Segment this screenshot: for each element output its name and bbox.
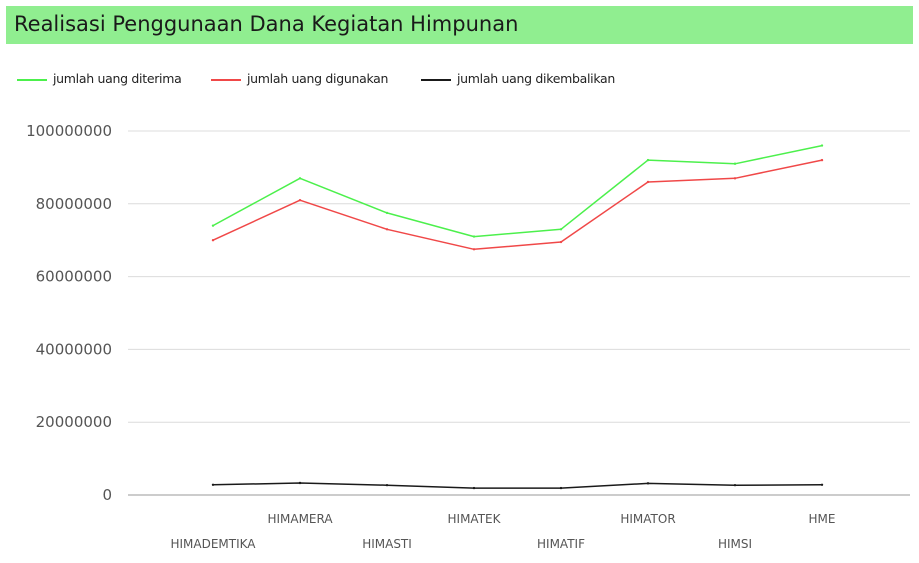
data-point [820, 158, 824, 162]
x-tick-label: HIMASTI [362, 537, 412, 551]
y-tick-label: 40000000 [36, 340, 112, 358]
data-point [472, 248, 476, 251]
data-point [559, 228, 563, 231]
x-tick-label: HIMATEK [448, 512, 502, 526]
data-point [820, 483, 824, 487]
y-tick-label: 0 [102, 486, 112, 504]
data-point [472, 486, 476, 490]
x-tick-label: HIMAMERA [267, 512, 333, 526]
y-tick-label: 20000000 [36, 413, 112, 431]
x-tick-label: HIMADEMTIKA [170, 537, 256, 551]
data-point [559, 240, 563, 244]
data-point [211, 224, 215, 227]
data-point [559, 486, 563, 490]
data-point [211, 483, 215, 487]
series-line-1 [212, 159, 823, 251]
series-line-0 [212, 144, 823, 238]
data-point [385, 211, 389, 215]
data-point [733, 162, 737, 165]
y-tick-label: 100000000 [26, 122, 112, 140]
data-point [385, 483, 389, 487]
data-point [646, 158, 650, 162]
data-point [733, 177, 737, 180]
data-point [472, 235, 476, 238]
data-point [298, 198, 302, 202]
y-tick-label: 60000000 [36, 268, 112, 286]
x-tick-label: HIMATOR [620, 512, 675, 526]
x-tick-label: HIMATIF [537, 537, 585, 551]
y-tick-label: 80000000 [36, 195, 112, 213]
data-point [733, 483, 737, 487]
x-tick-label: HIMSI [718, 537, 752, 551]
data-point [211, 239, 215, 242]
data-point [646, 180, 650, 184]
line-chart: 0 20000000 40000000 60000000 80000000 1000000… [26, 122, 910, 551]
data-point [646, 482, 650, 485]
series-line-2 [212, 482, 823, 489]
data-point [385, 228, 389, 231]
data-point [298, 481, 302, 485]
data-point [820, 144, 824, 147]
x-tick-label: HME [809, 512, 836, 526]
data-point [298, 177, 302, 180]
